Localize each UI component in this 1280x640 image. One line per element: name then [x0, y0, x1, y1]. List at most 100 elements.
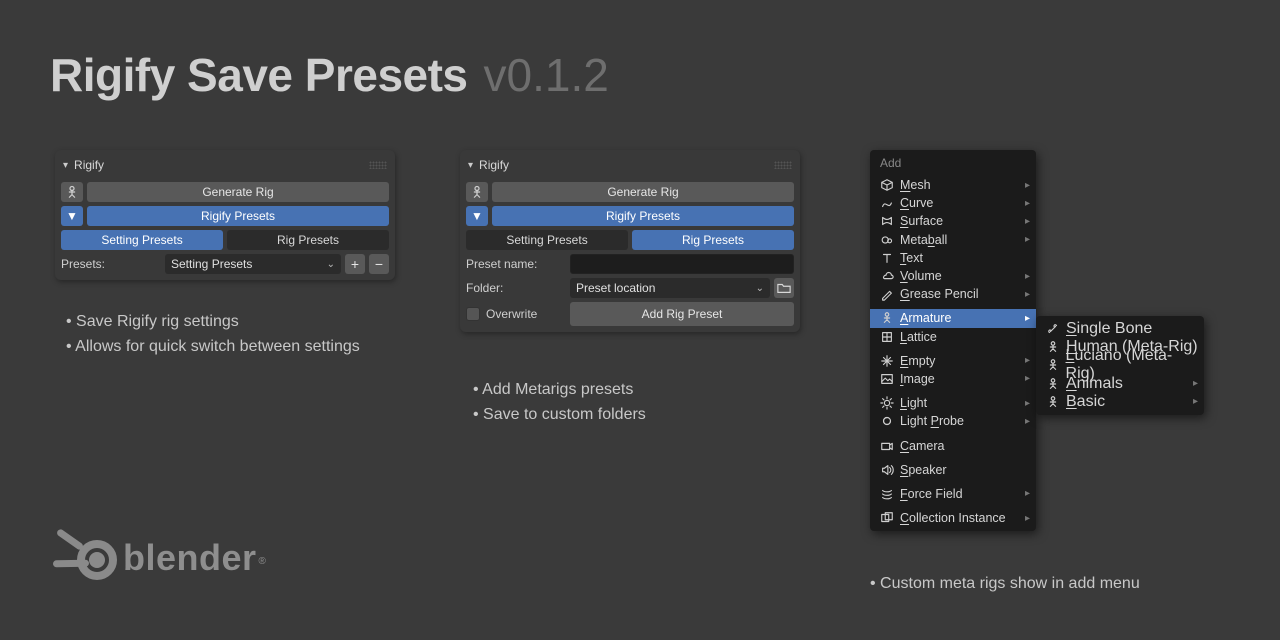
chevron-down-icon: ⌄: [756, 283, 764, 294]
menu-item-label: Surface: [900, 214, 943, 228]
menu-item-lattice[interactable]: Lattice: [870, 328, 1036, 346]
volume-icon: [878, 269, 896, 283]
menu-item-collection-instance[interactable]: Collection Instance ▸: [870, 509, 1036, 527]
rigify-panel-rig: ▾ Rigify Generate Rig ▼ Rigify Presets S…: [460, 150, 800, 332]
generate-rig-button[interactable]: Generate Rig: [87, 182, 389, 202]
menu-item-force-field[interactable]: Force Field ▸: [870, 485, 1036, 503]
lattice-icon: [878, 330, 896, 344]
menu-item-label: Single Bone: [1066, 320, 1152, 338]
preset-name-input[interactable]: [570, 254, 794, 274]
armature-icon: [878, 311, 896, 325]
panel-title: Rigify: [74, 158, 104, 172]
menu-item-light-probe[interactable]: Light Probe ▸: [870, 412, 1036, 430]
submenu-arrow-icon: ▸: [1025, 513, 1030, 524]
page-title: Rigify Save Presets: [50, 48, 468, 102]
submenu-arrow-icon: ▸: [1025, 198, 1030, 209]
curve-icon: [878, 196, 896, 210]
menu-item-speaker[interactable]: Speaker: [870, 461, 1036, 479]
submenu-arrow-icon: ▸: [1025, 416, 1030, 427]
menu-item-curve[interactable]: Curve ▸: [870, 194, 1036, 212]
menu-item-label: Empty: [900, 354, 935, 368]
armature-icon[interactable]: [466, 182, 488, 202]
speaker-icon: [878, 463, 896, 477]
tab-setting-presets[interactable]: Setting Presets: [466, 230, 628, 250]
rigify-presets-button[interactable]: Rigify Presets: [492, 206, 794, 226]
collection-instance-icon: [878, 511, 896, 525]
menu-item-basic[interactable]: Basic▸: [1036, 393, 1204, 411]
luciano-meta-rig--icon: [1044, 358, 1062, 372]
menu-item-single-bone[interactable]: Single Bone: [1036, 320, 1204, 338]
addmenu-note: Custom meta rigs show in add menu: [870, 575, 1140, 593]
single-bone-icon: [1044, 322, 1062, 336]
menu-item-label: Animals: [1066, 375, 1123, 393]
submenu-arrow-icon: ▸: [1025, 488, 1030, 499]
tab-rig-presets[interactable]: Rig Presets: [227, 230, 389, 250]
disclosure-triangle-icon[interactable]: ▼: [466, 206, 488, 226]
submenu-arrow-icon: ▸: [1193, 378, 1198, 389]
menu-item-empty[interactable]: Empty ▸: [870, 352, 1036, 370]
menu-item-mesh[interactable]: Mesh ▸: [870, 176, 1036, 194]
rigify-panel-settings: ▾ Rigify Generate Rig ▼ Rigify Presets S…: [55, 150, 395, 280]
metaball-icon: [878, 233, 896, 247]
submenu-arrow-icon: ▸: [1025, 355, 1030, 366]
menu-item-label: Mesh: [900, 178, 931, 192]
submenu-arrow-icon: ▸: [1025, 234, 1030, 245]
add-menu: Add Mesh▸Curve▸Surface▸Metaball▸TextVolu…: [870, 150, 1036, 531]
menu-item-label: Basic: [1066, 393, 1105, 411]
add-preset-button[interactable]: +: [345, 254, 365, 274]
surface-icon: [878, 214, 896, 228]
menu-item-armature[interactable]: Armature▸: [870, 309, 1036, 327]
menu-item-surface[interactable]: Surface▸: [870, 212, 1036, 230]
disclosure-triangle-icon[interactable]: ▼: [61, 206, 83, 226]
menu-item-label: Armature: [900, 311, 951, 325]
page-version: v0.1.2: [484, 48, 609, 102]
submenu-arrow-icon: ▸: [1025, 398, 1030, 409]
menu-item-animals[interactable]: Animals ▸: [1036, 375, 1204, 393]
presets-label: Presets:: [61, 254, 161, 274]
rigify-presets-button[interactable]: Rigify Presets: [87, 206, 389, 226]
folder-dropdown[interactable]: Preset location⌄: [570, 278, 770, 298]
grease-pencil-icon: [878, 287, 896, 301]
menu-item-label: Light Probe: [900, 414, 964, 428]
menu-item-label: Light: [900, 396, 927, 410]
tab-rig-presets[interactable]: Rig Presets: [632, 230, 794, 250]
menu-item-label: Collection Instance: [900, 511, 1006, 525]
chevron-down-icon[interactable]: ▾: [63, 160, 68, 171]
armature-icon[interactable]: [61, 182, 83, 202]
menu-item-volume[interactable]: Volume▸: [870, 267, 1036, 285]
chevron-down-icon[interactable]: ▾: [468, 160, 473, 171]
menu-item-luciano-meta-rig-[interactable]: Luciano (Meta-Rig): [1036, 356, 1204, 374]
animals-icon: [1044, 377, 1062, 391]
menu-item-metaball[interactable]: Metaball▸: [870, 231, 1036, 249]
submenu-arrow-icon: ▸: [1025, 289, 1030, 300]
tab-setting-presets[interactable]: Setting Presets: [61, 230, 223, 250]
mesh-icon: [878, 178, 896, 192]
menu-item-label: Lattice: [900, 330, 937, 344]
panel-title: Rigify: [479, 158, 509, 172]
menu-item-label: Image: [900, 372, 935, 386]
remove-preset-button[interactable]: −: [369, 254, 389, 274]
basic-icon: [1044, 395, 1062, 409]
menu-item-label: Force Field: [900, 487, 963, 501]
menu-item-light[interactable]: Light ▸: [870, 394, 1036, 412]
menu-item-grease-pencil[interactable]: Grease Pencil▸: [870, 285, 1036, 303]
image-icon: [878, 372, 896, 386]
drag-grip-icon[interactable]: [369, 161, 387, 169]
menu-item-label: Text: [900, 251, 923, 265]
menu-item-label: Camera: [900, 439, 944, 453]
overwrite-checkbox[interactable]: [466, 307, 480, 321]
menu-item-text[interactable]: Text: [870, 249, 1036, 267]
force-field-icon: [878, 487, 896, 501]
browse-folder-button[interactable]: [774, 278, 794, 298]
add-rig-preset-button[interactable]: Add Rig Preset: [570, 302, 794, 326]
menu-item-image[interactable]: Image▸: [870, 370, 1036, 388]
submenu-arrow-icon: ▸: [1025, 180, 1030, 191]
presets-dropdown[interactable]: Setting Presets⌄: [165, 254, 341, 274]
drag-grip-icon[interactable]: [774, 161, 792, 169]
menu-item-label: Curve: [900, 196, 933, 210]
panel1-bullets: Save Rigify rig settings Allows for quic…: [66, 310, 360, 360]
text-icon: [878, 251, 896, 265]
light-icon: [878, 396, 896, 410]
menu-item-camera[interactable]: Camera: [870, 436, 1036, 454]
generate-rig-button[interactable]: Generate Rig: [492, 182, 794, 202]
